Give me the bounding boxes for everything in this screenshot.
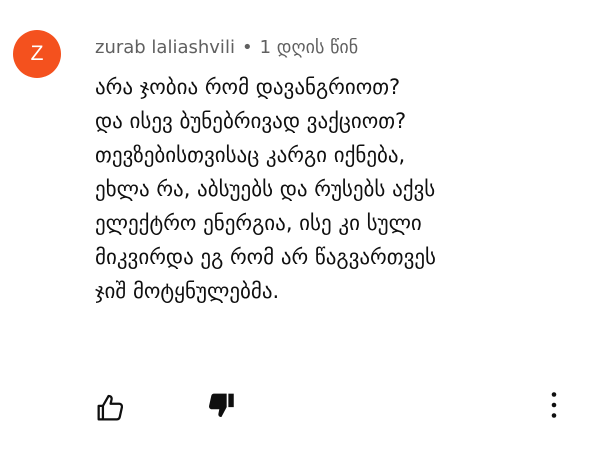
thumbs-down-filled-icon: [209, 393, 234, 418]
comment-line: და ისევ ბუნებრივად ვაქციოთ?: [95, 109, 407, 133]
thumbs-up-outline-icon: [97, 394, 124, 421]
comment-line: ეხლა რა, აბსუებს და რუსებს აქვს: [95, 177, 436, 201]
comment-line: არა ჯობია რომ დავანგრიოთ?: [95, 75, 401, 99]
comment-header: zurab laliashvili • 1 დღის წინ: [95, 33, 358, 61]
comment-line: მიკვირდა ეგ რომ არ წაგვართვეს: [95, 245, 436, 269]
more-vertical-icon: [551, 392, 557, 418]
author-name[interactable]: zurab laliashvili: [95, 37, 235, 58]
comment-line: თევზებისთვისაც კარგი იქნება,: [95, 143, 406, 167]
dislike-button[interactable]: [202, 386, 240, 424]
avatar[interactable]: Z: [13, 30, 61, 78]
comment-text: არა ჯობია რომ დავანგრიოთ? და ისევ ბუნებრ…: [95, 70, 565, 308]
separator-dot: •: [241, 36, 253, 58]
comment-timestamp[interactable]: 1 დღის წინ: [260, 37, 359, 58]
more-options-button[interactable]: [538, 386, 570, 424]
like-button[interactable]: [91, 389, 129, 427]
comment-line: ჯიშ მოტყნულებმა.: [95, 279, 280, 303]
comment-line: ელექტრო ენერგია, ისე კი სული: [95, 211, 422, 235]
